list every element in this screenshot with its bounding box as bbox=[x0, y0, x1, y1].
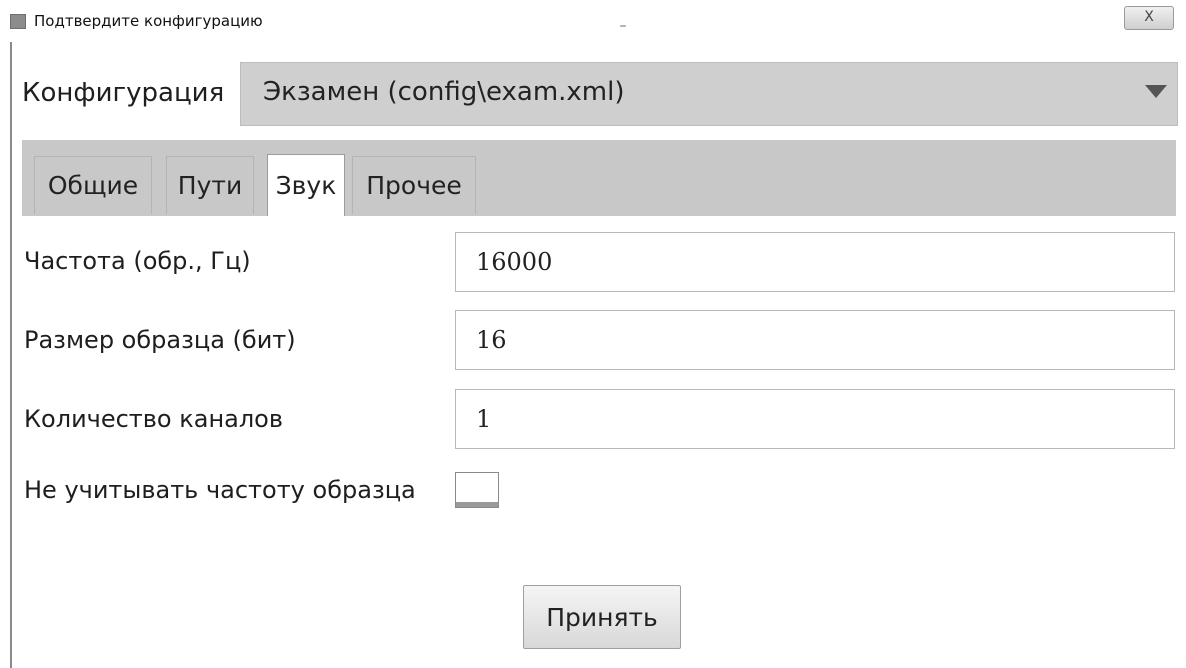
tab-sound[interactable]: Звук bbox=[267, 154, 345, 216]
sample-rate-input[interactable]: 16000 bbox=[455, 232, 1175, 292]
ignore-rate-label: Не учитывать частоту образца bbox=[24, 476, 416, 504]
config-label: Конфигурация bbox=[22, 78, 225, 108]
title-bar: Подтвердите конфигурацию – X bbox=[0, 0, 1186, 42]
tab-general[interactable]: Общие bbox=[34, 156, 152, 214]
sample-size-label: Размер образца (бит) bbox=[24, 326, 296, 354]
app-icon bbox=[10, 14, 26, 29]
close-button[interactable]: X bbox=[1124, 6, 1174, 30]
window-title: Подтвердите конфигурацию bbox=[34, 12, 263, 30]
checkbox-fill bbox=[456, 502, 498, 507]
tab-paths[interactable]: Пути bbox=[166, 156, 254, 214]
chevron-down-icon bbox=[1145, 85, 1167, 98]
tab-strip: Общие Пути Звук Прочее bbox=[22, 140, 1176, 216]
sample-rate-label: Частота (обр., Гц) bbox=[24, 247, 251, 275]
accept-button[interactable]: Принять bbox=[523, 585, 681, 649]
channels-input[interactable]: 1 bbox=[455, 389, 1175, 449]
sample-size-input[interactable]: 16 bbox=[455, 310, 1175, 370]
minimize-button[interactable]: – bbox=[608, 18, 638, 38]
tab-other[interactable]: Прочее bbox=[352, 156, 476, 214]
ignore-rate-checkbox[interactable] bbox=[455, 472, 499, 508]
config-select[interactable]: Экзамен (config\exam.xml) bbox=[240, 62, 1178, 126]
channels-label: Количество каналов bbox=[24, 405, 284, 433]
config-selected-value: Экзамен (config\exam.xml) bbox=[263, 77, 625, 107]
